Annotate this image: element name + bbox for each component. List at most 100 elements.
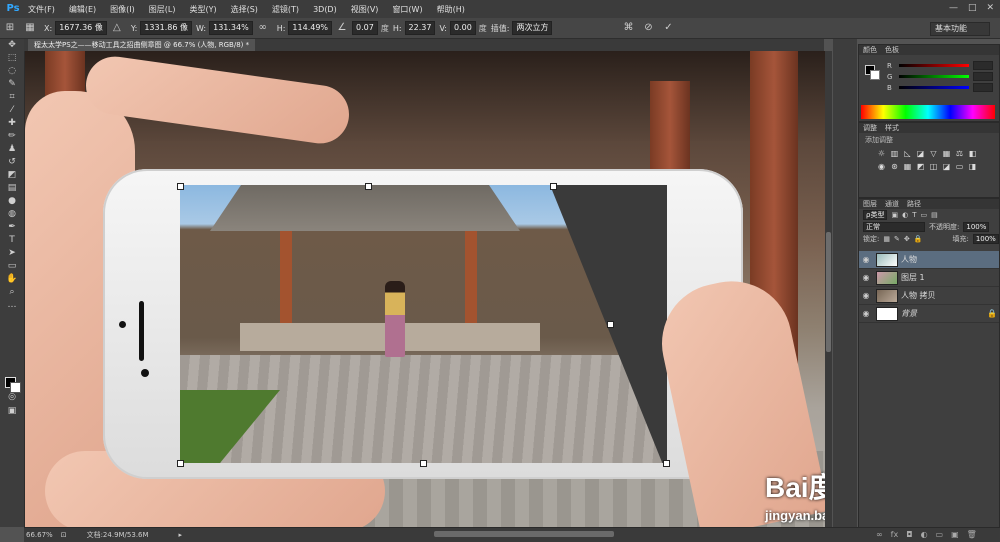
eye-icon[interactable]: ◉ — [859, 273, 873, 282]
blend-mode-select[interactable]: 正常 — [863, 222, 925, 232]
zoom-tool-icon[interactable]: ⌕ — [0, 286, 24, 299]
width-field[interactable]: 131.34% — [209, 21, 253, 35]
menu-window[interactable]: 窗口(W) — [392, 4, 422, 15]
blur-tool-icon[interactable]: ● — [0, 195, 24, 208]
lock-pixels-icon[interactable]: ▦ — [883, 235, 890, 243]
menu-filter[interactable]: 滤镜(T) — [272, 4, 299, 15]
layer-row-renwu[interactable]: ◉ 人物 — [859, 251, 999, 269]
x-field[interactable]: 1677.36 像 — [55, 21, 107, 35]
screen-mode-icon[interactable]: ▣ — [0, 405, 24, 418]
tab-swatches[interactable]: 色板 — [885, 45, 899, 55]
type-tool-icon[interactable]: T — [0, 234, 24, 247]
gradient-tool-icon[interactable]: ▤ — [0, 182, 24, 195]
quick-mask-icon[interactable]: ◎ — [0, 391, 24, 404]
stamp-tool-icon[interactable]: ♟ — [0, 143, 24, 156]
height-field[interactable]: 114.49% — [288, 21, 333, 35]
filter-adjust-icon[interactable]: ◐ — [902, 211, 908, 219]
menu-view[interactable]: 视图(V) — [351, 4, 379, 15]
transform-handle[interactable] — [420, 460, 427, 467]
vertical-scrollbar-thumb[interactable] — [826, 232, 831, 352]
black-white-icon[interactable]: ◧ — [968, 149, 977, 158]
path-select-tool-icon[interactable]: ➤ — [0, 247, 24, 260]
link-layers-icon[interactable]: ∞ — [876, 530, 883, 539]
filter-shape-icon[interactable]: ▭ — [920, 211, 927, 219]
eraser-tool-icon[interactable]: ◩ — [0, 169, 24, 182]
lock-paint-icon[interactable]: ✎ — [894, 235, 900, 243]
layer-filter-select[interactable]: ρ类型 — [863, 210, 888, 220]
menu-select[interactable]: 选择(S) — [231, 4, 258, 15]
tab-color[interactable]: 颜色 — [863, 45, 877, 55]
dodge-tool-icon[interactable]: ◍ — [0, 208, 24, 221]
layer-row-background[interactable]: ◉ 背景 🔒 — [859, 305, 999, 323]
menu-help[interactable]: 帮助(H) — [437, 4, 465, 15]
menu-layer[interactable]: 图层(L) — [149, 4, 176, 15]
eye-icon[interactable]: ◉ — [859, 291, 873, 300]
menu-edit[interactable]: 编辑(E) — [69, 4, 96, 15]
lasso-tool-icon[interactable]: ◌ — [0, 65, 24, 78]
g-slider[interactable] — [899, 75, 969, 78]
hue-saturation-icon[interactable]: ▦ — [942, 149, 951, 158]
minimize-button[interactable]: — — [949, 3, 958, 13]
channel-mixer-icon[interactable]: ⊛ — [890, 162, 899, 171]
color-bg-swatch[interactable] — [870, 70, 880, 80]
cancel-transform-icon[interactable]: ⊘ — [642, 22, 654, 34]
menu-image[interactable]: 图像(I) — [110, 4, 135, 15]
maximize-button[interactable]: □ — [968, 3, 977, 13]
color-spectrum-bar[interactable] — [861, 105, 995, 119]
quick-select-tool-icon[interactable]: ✎ — [0, 78, 24, 91]
transform-handle[interactable] — [365, 183, 372, 190]
posterize-icon[interactable]: ◫ — [929, 162, 938, 171]
doc-info[interactable]: 文档:24.9M/53.6M — [87, 530, 149, 540]
history-brush-icon[interactable]: ↺ — [0, 156, 24, 169]
status-arrow-icon[interactable]: ▸ — [179, 531, 183, 539]
fill-field[interactable]: 100% — [972, 234, 999, 244]
b-value-field[interactable] — [973, 83, 993, 92]
group-icon[interactable]: ▭ — [936, 530, 944, 539]
more-tools-icon[interactable]: … — [0, 299, 24, 312]
y-field[interactable]: 1331.86 像 — [140, 21, 192, 35]
trash-icon[interactable]: 🗑 — [967, 530, 977, 539]
g-value-field[interactable] — [973, 72, 993, 81]
zoom-level[interactable]: 66.67% — [26, 531, 53, 539]
transform-handle[interactable] — [607, 321, 614, 328]
curves-icon[interactable]: ◺ — [903, 149, 912, 158]
close-button[interactable]: ✕ — [986, 3, 994, 13]
commit-transform-icon[interactable]: ✓ — [662, 22, 674, 34]
menu-type[interactable]: 类型(Y) — [189, 4, 216, 15]
horizontal-scrollbar-thumb[interactable] — [434, 531, 614, 537]
warp-icon[interactable]: ⌘ — [622, 22, 634, 34]
opacity-field[interactable]: 100% — [963, 222, 990, 232]
brightness-icon[interactable]: ☼ — [877, 149, 886, 158]
photo-filter-icon[interactable]: ◉ — [877, 162, 886, 171]
move-tool-icon[interactable]: ✥ — [0, 39, 24, 52]
healing-tool-icon[interactable]: ✚ — [0, 117, 24, 130]
transform-handle[interactable] — [663, 460, 670, 467]
share-icon[interactable]: ⊡ — [61, 531, 67, 539]
fx-icon[interactable]: fx — [891, 530, 899, 539]
layer-row-renwu-copy[interactable]: ◉ 人物 拷贝 — [859, 287, 999, 305]
tab-channels[interactable]: 通道 — [885, 199, 899, 209]
shape-tool-icon[interactable]: ▭ — [0, 260, 24, 273]
eye-icon[interactable]: ◉ — [859, 309, 873, 318]
color-balance-icon[interactable]: ⚖ — [955, 149, 964, 158]
layer-row-layer1[interactable]: ◉ 图层 1 — [859, 269, 999, 287]
levels-icon[interactable]: ▥ — [890, 149, 899, 158]
link-icon[interactable]: ∞ — [257, 22, 269, 34]
transform-handle[interactable] — [177, 183, 184, 190]
menu-file[interactable]: 文件(F) — [28, 4, 55, 15]
transform-handle[interactable] — [550, 183, 557, 190]
delta-icon[interactable]: △ — [111, 22, 123, 34]
r-slider[interactable] — [899, 64, 969, 67]
marquee-tool-icon[interactable]: ⬚ — [0, 52, 24, 65]
filter-smart-icon[interactable]: ▤ — [931, 211, 938, 219]
reference-point-icon[interactable]: ▦ — [24, 22, 36, 34]
color-lookup-icon[interactable]: ▦ — [903, 162, 912, 171]
interp-select[interactable]: 两次立方 — [512, 21, 553, 35]
lock-all-icon[interactable]: 🔒 — [914, 235, 923, 243]
lock-move-icon[interactable]: ✥ — [904, 235, 910, 243]
document-canvas[interactable]: Bai度经验 jingyan.baidu.com — [25, 51, 825, 527]
menu-3d[interactable]: 3D(D) — [313, 5, 337, 14]
vskew-field[interactable]: 0.00 — [449, 21, 476, 35]
eye-icon[interactable]: ◉ — [859, 255, 873, 264]
brush-tool-icon[interactable]: ✏ — [0, 130, 24, 143]
